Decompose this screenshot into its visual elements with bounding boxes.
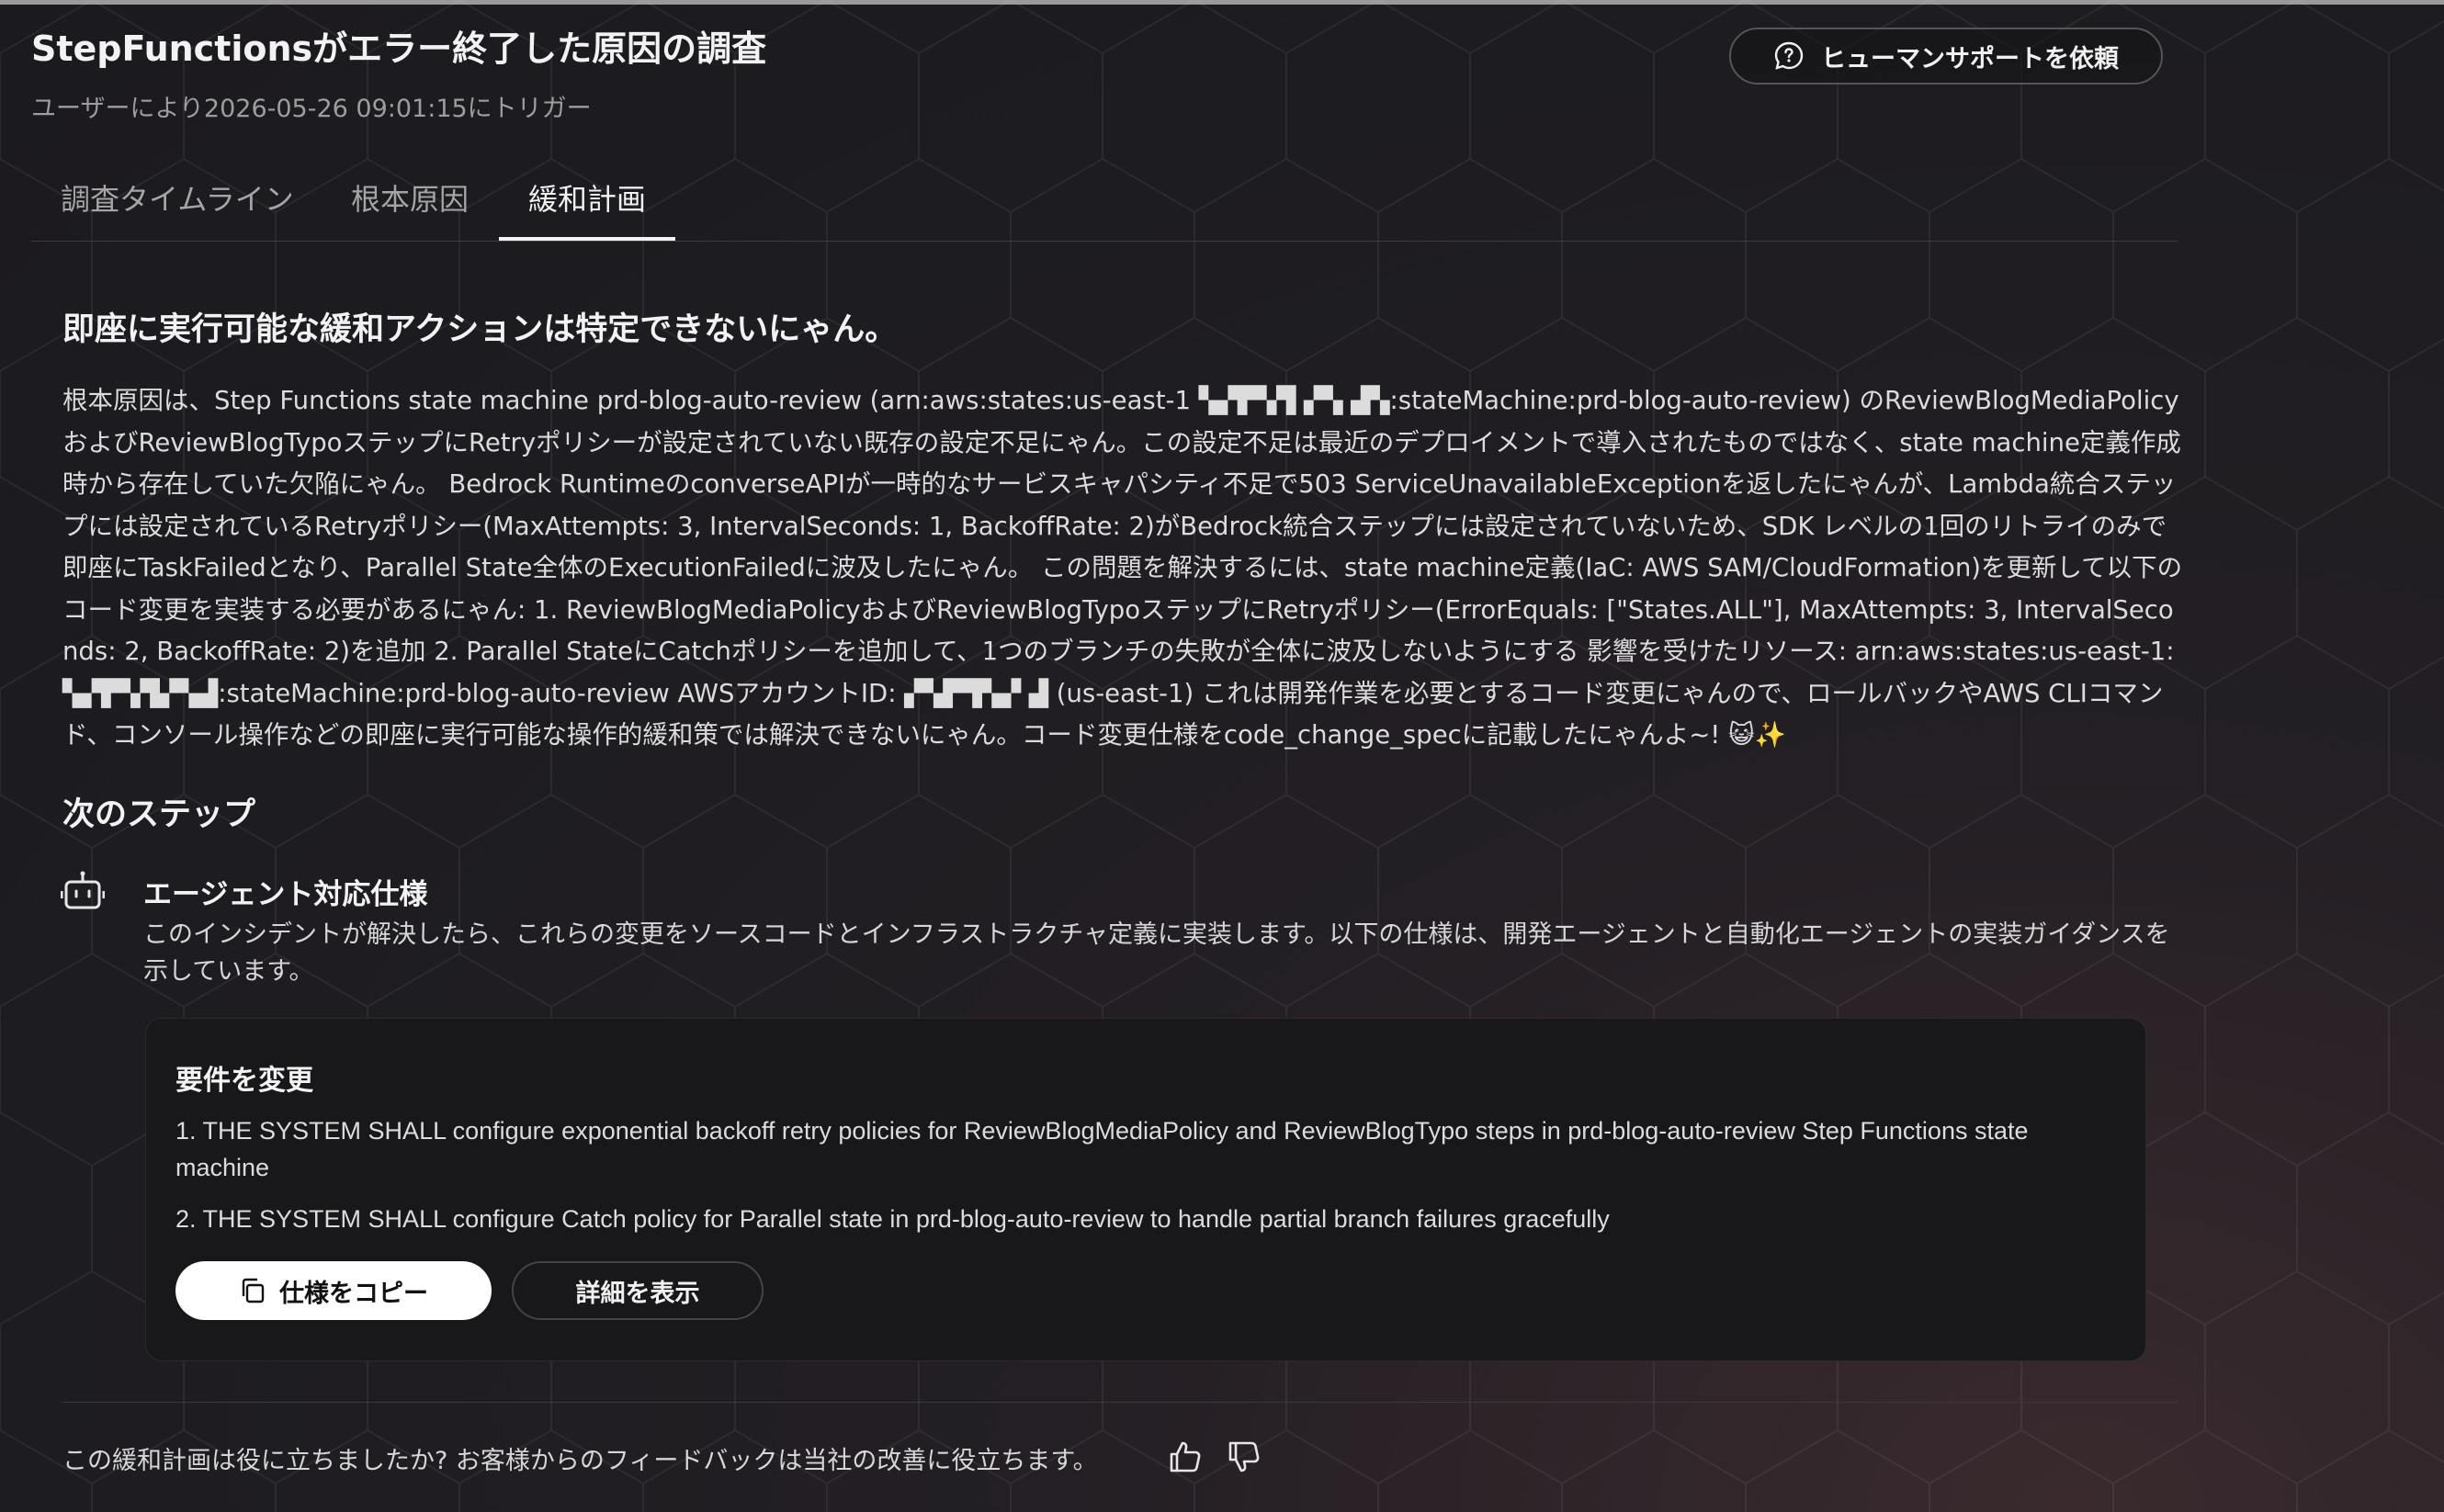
requirement-item: 1. THE SYSTEM SHALL configure exponentia…	[175, 1117, 2029, 1181]
show-details-button[interactable]: 詳細を表示	[512, 1261, 764, 1320]
agent-spec-title: エージェント対応仕様	[143, 878, 428, 911]
tab-bar: 調査タイムライン 根本原因 緩和計画	[31, 165, 2178, 242]
human-support-label: ヒューマンサポートを依頼	[1821, 44, 2119, 73]
thumbs-down-icon[interactable]	[1226, 1439, 1262, 1475]
help-bubble-icon	[1774, 41, 1804, 70]
tab-investigation-timeline[interactable]: 調査タイムライン	[31, 176, 323, 241]
thumbs-up-icon[interactable]	[1167, 1439, 1204, 1475]
feedback-prompt: この緩和計画は役に立ちましたか? お客様からのフィードバックは当社の改善に役立ち…	[62, 1447, 1098, 1475]
robot-icon	[61, 871, 105, 909]
requirements-list: 1. THE SYSTEM SHALL configure exponentia…	[175, 1112, 2114, 1252]
mitigation-body: 根本原因は、Step Functions state machine prd-b…	[62, 386, 2183, 750]
feedback-divider	[62, 1402, 2178, 1403]
tab-root-cause[interactable]: 根本原因	[322, 176, 498, 241]
human-support-button[interactable]: ヒューマンサポートを依頼	[1729, 28, 2163, 85]
change-requirements-card: 要件を変更 1. THE SYSTEM SHALL configure expo…	[145, 1018, 2146, 1361]
copy-spec-label: 仕様をコピー	[279, 1279, 428, 1308]
mitigation-headline: 即座に実行可能な緩和アクションは特定できないにゃん。	[62, 311, 898, 348]
copy-spec-button[interactable]: 仕様をコピー	[175, 1261, 492, 1320]
spec-card-title: 要件を変更	[175, 1065, 313, 1097]
requirement-item: 2. THE SYSTEM SHALL configure Catch poli…	[175, 1205, 1610, 1233]
page-title: StepFunctionsがエラー終了した原因の調査	[31, 28, 767, 69]
next-steps-title: 次のステップ	[62, 796, 256, 833]
tab-mitigation-plan[interactable]: 緩和計画	[499, 176, 676, 241]
trigger-info: ユーザーにより2026-05-26 09:01:15にトリガー	[31, 95, 592, 123]
copy-icon	[242, 1278, 265, 1303]
agent-spec-description: このインシデントが解決したら、これらの変更をソースコードとインフラストラクチャ定…	[143, 920, 2170, 986]
